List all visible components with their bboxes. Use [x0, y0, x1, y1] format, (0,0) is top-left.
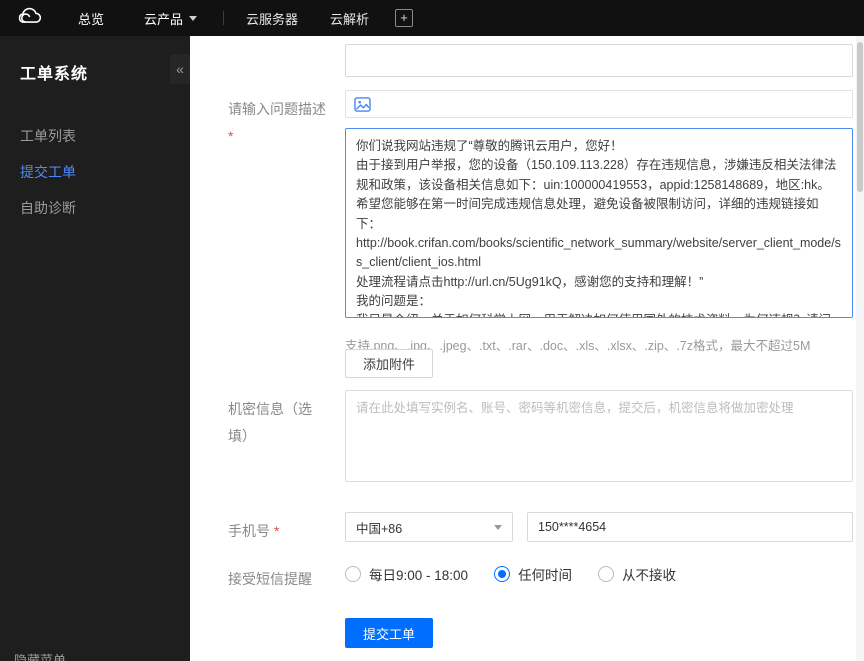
sidebar-menu: 工单列表 提交工单 自助诊断 — [0, 118, 190, 226]
nav-products-label: 云产品 — [144, 11, 184, 27]
phone-label: 手机号 * — [228, 518, 279, 545]
nav-products[interactable]: 云产品 — [124, 0, 217, 36]
nav-dns[interactable]: 云解析 — [314, 0, 385, 36]
tencent-cloud-console: 总览 云产品 云服务器 云解析 + 工单系统 « 工单列表 提交工单 自助诊断 … — [0, 0, 864, 661]
sms-radio-group: 每日9:00 - 18:00 任何时间 从不接收 — [345, 564, 676, 584]
sms-option-daytime-label: 每日9:00 - 18:00 — [369, 568, 469, 583]
sms-option-anytime-label: 任何时间 — [518, 568, 573, 583]
description-label-text: 请输入问题描述 — [228, 101, 326, 117]
chevron-down-icon — [189, 15, 198, 21]
sms-option-daytime[interactable]: 每日9:00 - 18:00 — [345, 564, 468, 584]
description-textarea[interactable]: 你们说我网站违规了“尊敬的腾讯云用户，您好！ 由于接到用户举报，您的设备（150… — [345, 128, 853, 318]
sms-option-never-label: 从不接收 — [622, 568, 677, 583]
insert-image-icon[interactable] — [354, 96, 371, 112]
editor-toolbar — [345, 90, 853, 118]
sidebar-item-ticket-list[interactable]: 工单列表 — [0, 118, 190, 154]
nav-overview[interactable]: 总览 — [58, 0, 124, 36]
sidebar-footer-hide-menu[interactable]: 隐藏菜单 — [14, 650, 66, 661]
sms-option-anytime[interactable]: 任何时间 — [494, 564, 572, 584]
nav-overview-label: 总览 — [78, 11, 105, 27]
topbar-divider — [223, 11, 225, 25]
vertical-scrollbar[interactable] — [856, 36, 864, 661]
cloud-logo-icon — [14, 6, 44, 31]
description-label: 请输入问题描述 * — [228, 96, 326, 149]
nav-dns-label: 云解析 — [330, 11, 370, 27]
add-shortcut-icon[interactable]: + — [395, 9, 414, 27]
sms-option-never[interactable]: 从不接收 — [598, 564, 676, 584]
description-required-mark: * — [228, 127, 234, 144]
ticket-title-input[interactable] — [345, 44, 853, 77]
submit-ticket-button[interactable]: 提交工单 — [345, 618, 433, 648]
sidebar-collapse-icon[interactable]: « — [170, 54, 190, 84]
add-attachment-button[interactable]: 添加附件 — [345, 349, 434, 378]
sidebar: 工单系统 « 工单列表 提交工单 自助诊断 隐藏菜单 — [0, 36, 190, 661]
sms-reminder-label: 接受短信提醒 — [228, 571, 312, 587]
submit-ticket-form: 请输入问题描述 * 你们说我网站违规了“尊敬的腾讯云用户，您好！ 由于接到用户举… — [190, 36, 864, 661]
select-caret-icon — [494, 524, 502, 530]
scrollbar-thumb[interactable] — [857, 42, 863, 192]
radio-checked-icon[interactable] — [494, 566, 511, 582]
secret-info-textarea[interactable] — [345, 390, 853, 482]
country-code-select[interactable]: 中国+86 — [345, 512, 513, 542]
country-code-value: 中国+86 — [356, 521, 403, 536]
secret-info-label: 机密信息（选填） — [228, 401, 312, 444]
nav-cvm-label: 云服务器 — [246, 11, 299, 27]
sidebar-item-submit-ticket[interactable]: 提交工单 — [0, 154, 190, 190]
top-navbar: 总览 云产品 云服务器 云解析 + — [0, 0, 864, 36]
radio-unchecked-icon[interactable] — [345, 566, 361, 582]
sidebar-item-self-diagnosis[interactable]: 自助诊断 — [0, 190, 190, 226]
phone-label-text: 手机号 — [228, 523, 270, 539]
radio-unchecked-icon[interactable] — [598, 566, 615, 582]
tencent-cloud-logo[interactable] — [0, 6, 58, 31]
phone-number-input[interactable] — [527, 512, 853, 542]
sidebar-title: 工单系统 — [20, 66, 89, 83]
phone-required-mark: * — [273, 523, 280, 539]
nav-cvm[interactable]: 云服务器 — [230, 0, 314, 36]
